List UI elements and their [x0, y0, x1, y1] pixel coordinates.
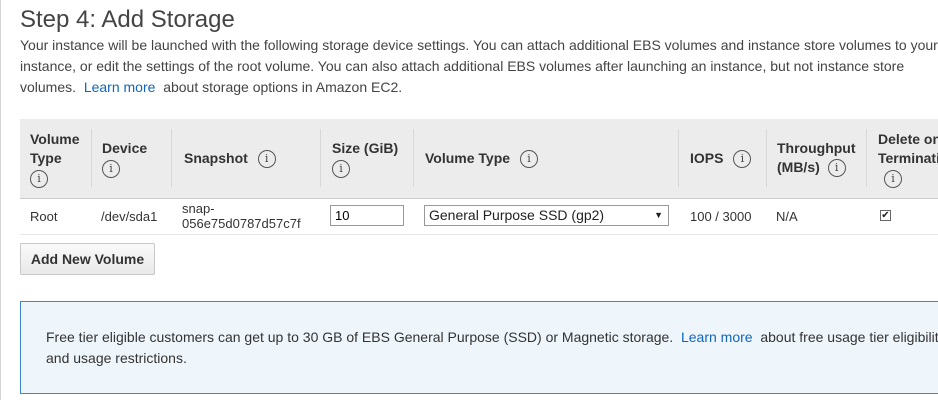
info-icon[interactable]: i — [519, 150, 538, 169]
add-new-volume-button[interactable]: Add New Volume — [20, 243, 155, 275]
info-icon[interactable]: i — [827, 159, 846, 178]
column-divider — [678, 129, 679, 187]
description-line-3: volumes. Learn more about storage option… — [20, 77, 938, 98]
page-title: Step 4: Add Storage — [20, 6, 235, 33]
volume-type-cell: Root — [30, 209, 58, 224]
delete-on-termination-checkbox[interactable]: ✔ — [880, 210, 891, 221]
header-label: Volume Type — [425, 150, 511, 166]
description-line-2: instance, or edit the settings of the ro… — [20, 58, 905, 74]
iops-cell: 100 / 3000 — [690, 209, 752, 224]
column-header-volume-type-select: Volume Type i — [425, 149, 538, 169]
throughput-cell: N/A — [776, 209, 798, 224]
description-line-1: Your instance will be launched with the … — [20, 37, 938, 53]
description-text: volumes. — [20, 79, 77, 95]
header-label: (MB/s) — [777, 159, 820, 175]
column-header-size: Size (GiB) i — [332, 139, 399, 179]
snapshot-id-part: snap- — [182, 201, 215, 216]
header-label: Delete on — [878, 131, 938, 147]
snapshot-id-part: 056e75d0787d57c7f — [182, 216, 301, 231]
column-header-throughput: Throughput (MB/s) i — [777, 139, 856, 178]
header-label: Snapshot — [184, 150, 248, 166]
left-border — [0, 0, 1, 400]
info-icon[interactable]: i — [332, 160, 350, 179]
header-label: IOPS — [690, 150, 724, 166]
chevron-down-icon: ▼ — [654, 210, 663, 220]
storage-table: Volume Type i Device i Snapshot i Size (… — [20, 119, 938, 235]
snapshot-cell: snap- 056e75d0787d57c7f — [182, 201, 301, 231]
column-divider — [171, 129, 172, 187]
column-divider — [413, 129, 414, 187]
column-divider — [320, 129, 321, 187]
column-header-delete-on-termination: Delete on Termination i — [878, 130, 938, 189]
column-header-snapshot: Snapshot i — [184, 149, 276, 169]
page-description: Your instance will be launched with the … — [20, 35, 938, 98]
column-header-device: Device i — [102, 139, 148, 179]
volume-type-selected: General Purpose SSD (gp2) — [429, 207, 605, 223]
info-icon[interactable]: i — [884, 170, 902, 189]
info-icon[interactable]: i — [257, 150, 276, 169]
learn-more-link[interactable]: Learn more — [84, 79, 156, 95]
notice-message: Free tier eligible customers can get up … — [46, 329, 674, 345]
table-row: Root /dev/sda1 snap- 056e75d0787d57c7f G… — [20, 199, 938, 235]
header-label: Termination — [878, 150, 938, 166]
header-label: Throughput — [777, 140, 856, 156]
header-label: Size (GiB) — [332, 140, 399, 156]
column-divider — [766, 129, 767, 187]
free-tier-notice: Free tier eligible customers can get up … — [20, 301, 938, 394]
table-header: Volume Type i Device i Snapshot i Size (… — [20, 119, 938, 199]
header-label: Type — [30, 150, 62, 166]
info-icon[interactable]: i — [102, 160, 120, 179]
notice-learn-more-link[interactable]: Learn more — [681, 329, 753, 345]
column-header-volume-type: Volume Type i — [30, 130, 90, 189]
size-input[interactable] — [330, 205, 404, 226]
info-icon[interactable]: i — [30, 170, 48, 189]
device-cell: /dev/sda1 — [101, 209, 158, 224]
description-text: about storage options in Amazon EC2. — [163, 79, 403, 95]
column-divider — [91, 129, 92, 187]
volume-type-select[interactable]: General Purpose SSD (gp2) ▼ — [424, 205, 669, 226]
info-icon[interactable]: i — [733, 150, 752, 169]
column-header-iops: IOPS i — [690, 149, 752, 169]
notice-text: Free tier eligible customers can get up … — [46, 327, 938, 369]
header-label: Volume — [30, 131, 80, 147]
column-divider — [866, 129, 867, 187]
header-label: Device — [102, 140, 148, 156]
